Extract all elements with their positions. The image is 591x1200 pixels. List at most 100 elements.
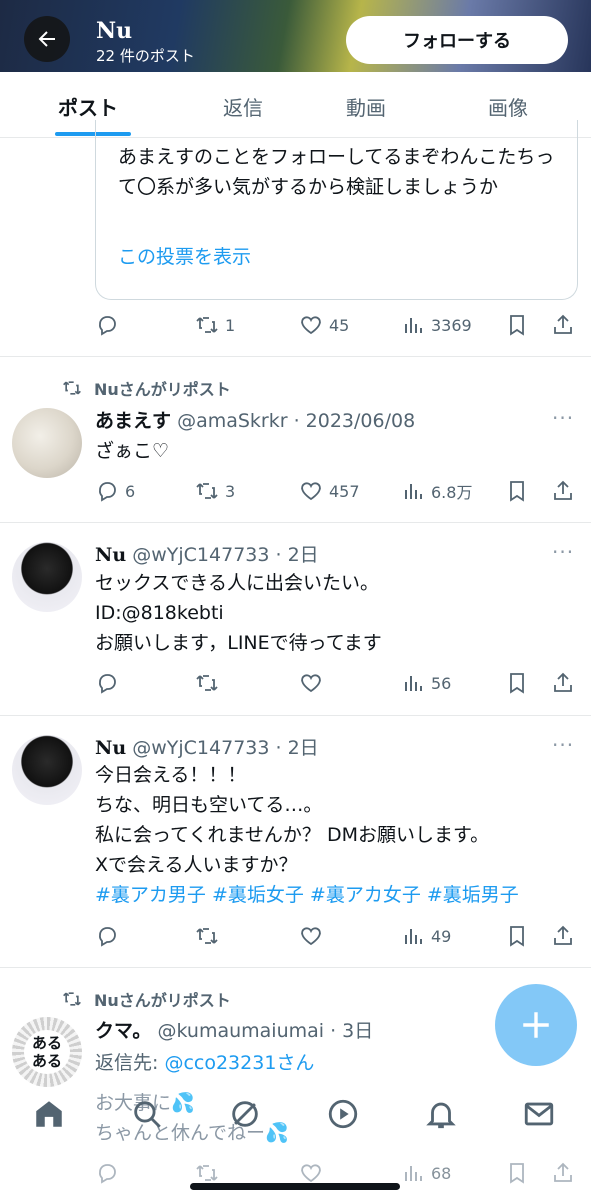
repost-icon <box>196 317 218 333</box>
repost-button[interactable]: 3 <box>195 476 235 506</box>
views-button[interactable]: 68 <box>401 1158 451 1188</box>
view-count: 68 <box>431 1163 452 1183</box>
quoted-post-text: あまえすのことをフォローしてるまぞわんこたちって〇系が多い気がするから検証しまし… <box>118 146 555 198</box>
bookmark-icon <box>510 673 524 694</box>
share-button[interactable] <box>551 1158 575 1188</box>
author-name[interactable]: クマ。 <box>95 1020 151 1042</box>
tweet-actions: 56 <box>95 668 580 698</box>
tweet-actions: 6 3 457 6.8万 <box>95 476 580 506</box>
share-button[interactable] <box>551 668 575 698</box>
view-poll-link[interactable]: この投票を表示 <box>118 242 251 269</box>
repost-button[interactable] <box>195 668 219 698</box>
bookmark-button[interactable] <box>505 1158 529 1188</box>
author-handle-date[interactable]: @wYjC147733 · 2日 <box>132 544 318 566</box>
tweet-line: 私に会ってくれませんか？ DMお願いします。 <box>95 824 490 846</box>
share-icon <box>554 314 572 334</box>
author-handle-date[interactable]: @kumaumaiumai · 3日 <box>157 1020 373 1042</box>
views-icon <box>405 929 422 944</box>
reply-icon <box>99 674 116 694</box>
mail-icon[interactable] <box>522 1097 556 1131</box>
author-name[interactable]: Nu <box>95 544 126 566</box>
like-button[interactable] <box>299 921 323 951</box>
bottom-navigation <box>0 1085 591 1145</box>
hashtags[interactable]: #裏アカ男子 #裏垢女子 #裏アカ女子 #裏垢男子 <box>95 880 580 910</box>
tab-videos[interactable]: 動画 <box>346 92 386 121</box>
reply-button[interactable] <box>95 1158 119 1188</box>
divider <box>0 715 591 716</box>
post-count: 22 件のポスト <box>96 47 195 65</box>
tweet-text: ざぁこ♡ <box>95 436 580 466</box>
reply-button[interactable] <box>95 921 119 951</box>
follow-button[interactable]: フォローする <box>346 16 568 64</box>
like-button[interactable]: 457 <box>299 476 360 506</box>
search-icon[interactable] <box>130 1097 164 1131</box>
author-name[interactable]: あまえす <box>95 410 171 432</box>
play-icon[interactable] <box>326 1097 360 1131</box>
views-icon <box>405 318 422 333</box>
reply-to-handle[interactable]: @cco23231さん <box>164 1052 314 1074</box>
reply-to-prefix: 返信先: <box>95 1052 165 1074</box>
views-button[interactable]: 6.8万 <box>401 476 472 506</box>
like-count: 457 <box>329 481 360 501</box>
tweet-text: 今日会える！！！ ちな、明日も空いてる…。 私に会ってくれませんか？ DMお願い… <box>95 760 580 910</box>
repost-indicator: Nuさんがリポスト <box>62 376 231 400</box>
view-count: 49 <box>431 926 452 946</box>
views-button[interactable]: 49 <box>401 921 451 951</box>
author-handle-date[interactable]: @amaSkrkr · 2023/06/08 <box>177 410 415 432</box>
back-button[interactable] <box>24 16 70 62</box>
more-options-button[interactable]: ··· <box>552 540 574 564</box>
more-options-button[interactable]: ··· <box>552 733 574 757</box>
more-options-button[interactable]: ··· <box>552 406 574 430</box>
avatar[interactable]: ある ある <box>12 1017 82 1087</box>
grok-icon[interactable] <box>228 1097 262 1131</box>
repost-button[interactable] <box>195 921 219 951</box>
home-indicator[interactable] <box>190 1183 400 1190</box>
divider <box>0 522 591 523</box>
repost-button[interactable]: 1 <box>195 310 235 340</box>
bookmark-button[interactable] <box>505 921 529 951</box>
author-name[interactable]: Nu <box>95 737 126 759</box>
like-button[interactable] <box>299 668 323 698</box>
reply-button[interactable]: 6 <box>95 476 135 506</box>
tweet-header: Nu @wYjC147733 · 2日 <box>95 540 319 567</box>
tab-replies[interactable]: 返信 <box>223 92 263 121</box>
tweet-header: あまえす @amaSkrkr · 2023/06/08 <box>95 406 415 433</box>
bell-icon[interactable] <box>424 1097 458 1131</box>
bookmark-icon <box>510 315 524 336</box>
avatar[interactable] <box>12 735 82 805</box>
share-icon <box>554 672 572 692</box>
bookmark-button[interactable] <box>505 476 529 506</box>
tweet-actions: 49 <box>95 921 580 951</box>
reply-button[interactable] <box>95 310 125 340</box>
share-icon <box>554 480 572 500</box>
repost-icon <box>196 483 218 499</box>
author-handle-date[interactable]: @wYjC147733 · 2日 <box>132 737 318 759</box>
like-button[interactable]: 45 <box>299 310 349 340</box>
avatar[interactable] <box>12 542 82 612</box>
reply-icon <box>99 1164 116 1184</box>
tweet-line: お願いします，LINEで待ってます <box>95 632 382 654</box>
views-button[interactable]: 56 <box>401 668 451 698</box>
divider <box>0 967 591 968</box>
bookmark-button[interactable] <box>505 310 529 340</box>
tab-images[interactable]: 画像 <box>488 92 528 121</box>
repost-icon <box>196 928 218 944</box>
view-count: 6.8万 <box>431 483 473 502</box>
reply-icon <box>99 927 116 947</box>
compose-button[interactable] <box>495 984 577 1066</box>
share-button[interactable] <box>551 476 575 506</box>
reply-button[interactable] <box>95 668 119 698</box>
quoted-post-card[interactable]: あまえすのことをフォローしてるまぞわんこたちって〇系が多い気がするから検証しまし… <box>95 120 578 300</box>
bookmark-icon <box>510 926 524 947</box>
divider <box>0 356 591 357</box>
repost-indicator: Nuさんがリポスト <box>62 987 231 1011</box>
share-button[interactable] <box>551 310 575 340</box>
bookmark-button[interactable] <box>505 668 529 698</box>
tweet-line: ID:@818kebti <box>95 602 224 624</box>
tab-posts[interactable]: ポスト <box>58 92 118 121</box>
view-count: 3369 <box>431 315 472 335</box>
views-button[interactable]: 3369 <box>401 310 472 340</box>
share-button[interactable] <box>551 921 575 951</box>
home-icon[interactable] <box>32 1097 66 1131</box>
avatar[interactable] <box>12 408 82 478</box>
